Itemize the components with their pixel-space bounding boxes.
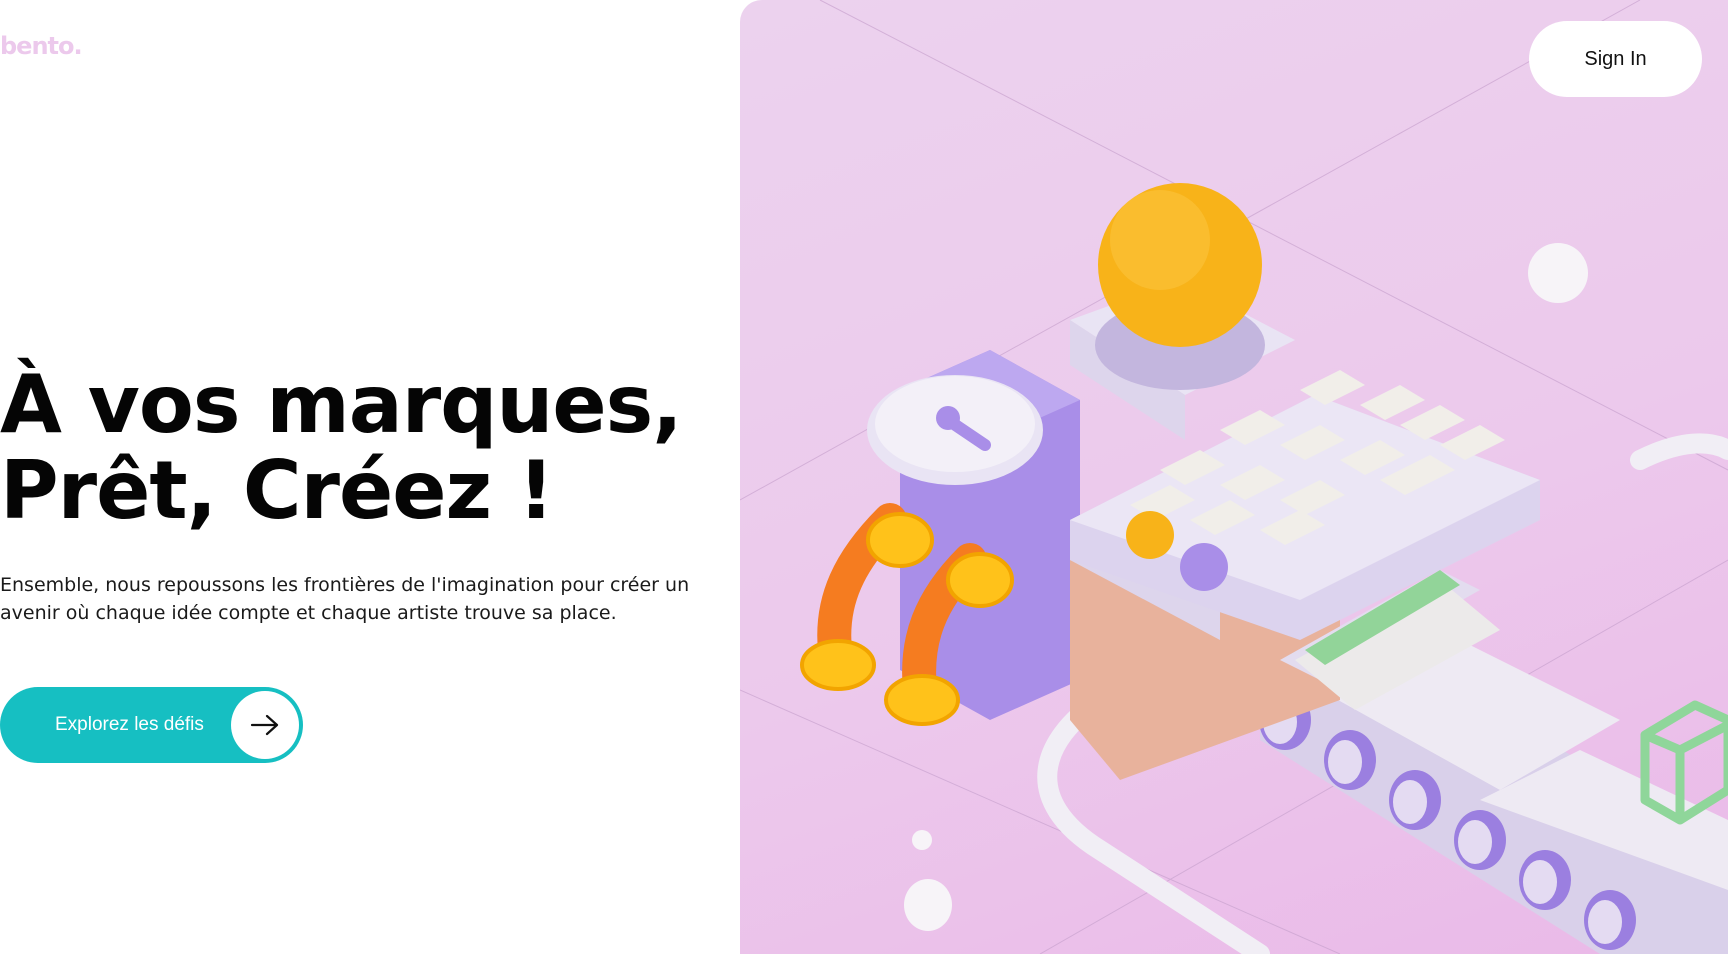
brand-logo[interactable]: bento. [0,32,83,60]
white-sphere [1528,243,1588,303]
sign-in-button[interactable]: Sign In [1529,21,1702,97]
white-sphere-small [912,830,932,850]
explore-challenges-button[interactable]: Explorez les défis [0,687,303,763]
hero-title: À vos marques, Prêt, Créez ! [0,358,683,537]
arrow-right-icon [231,691,299,759]
white-sphere-bottom [904,879,952,931]
ball-platform [1070,183,1295,440]
hero-subtitle: Ensemble, nous repoussons les frontières… [0,574,690,624]
hero-title-line-2: Prêt, Créez ! [0,444,554,537]
isometric-machine-illustration [740,0,1728,954]
explore-challenges-label: Explorez les défis [55,714,204,735]
hero-title-line-1: À vos marques, [0,358,683,451]
hero-illustration [740,0,1728,954]
